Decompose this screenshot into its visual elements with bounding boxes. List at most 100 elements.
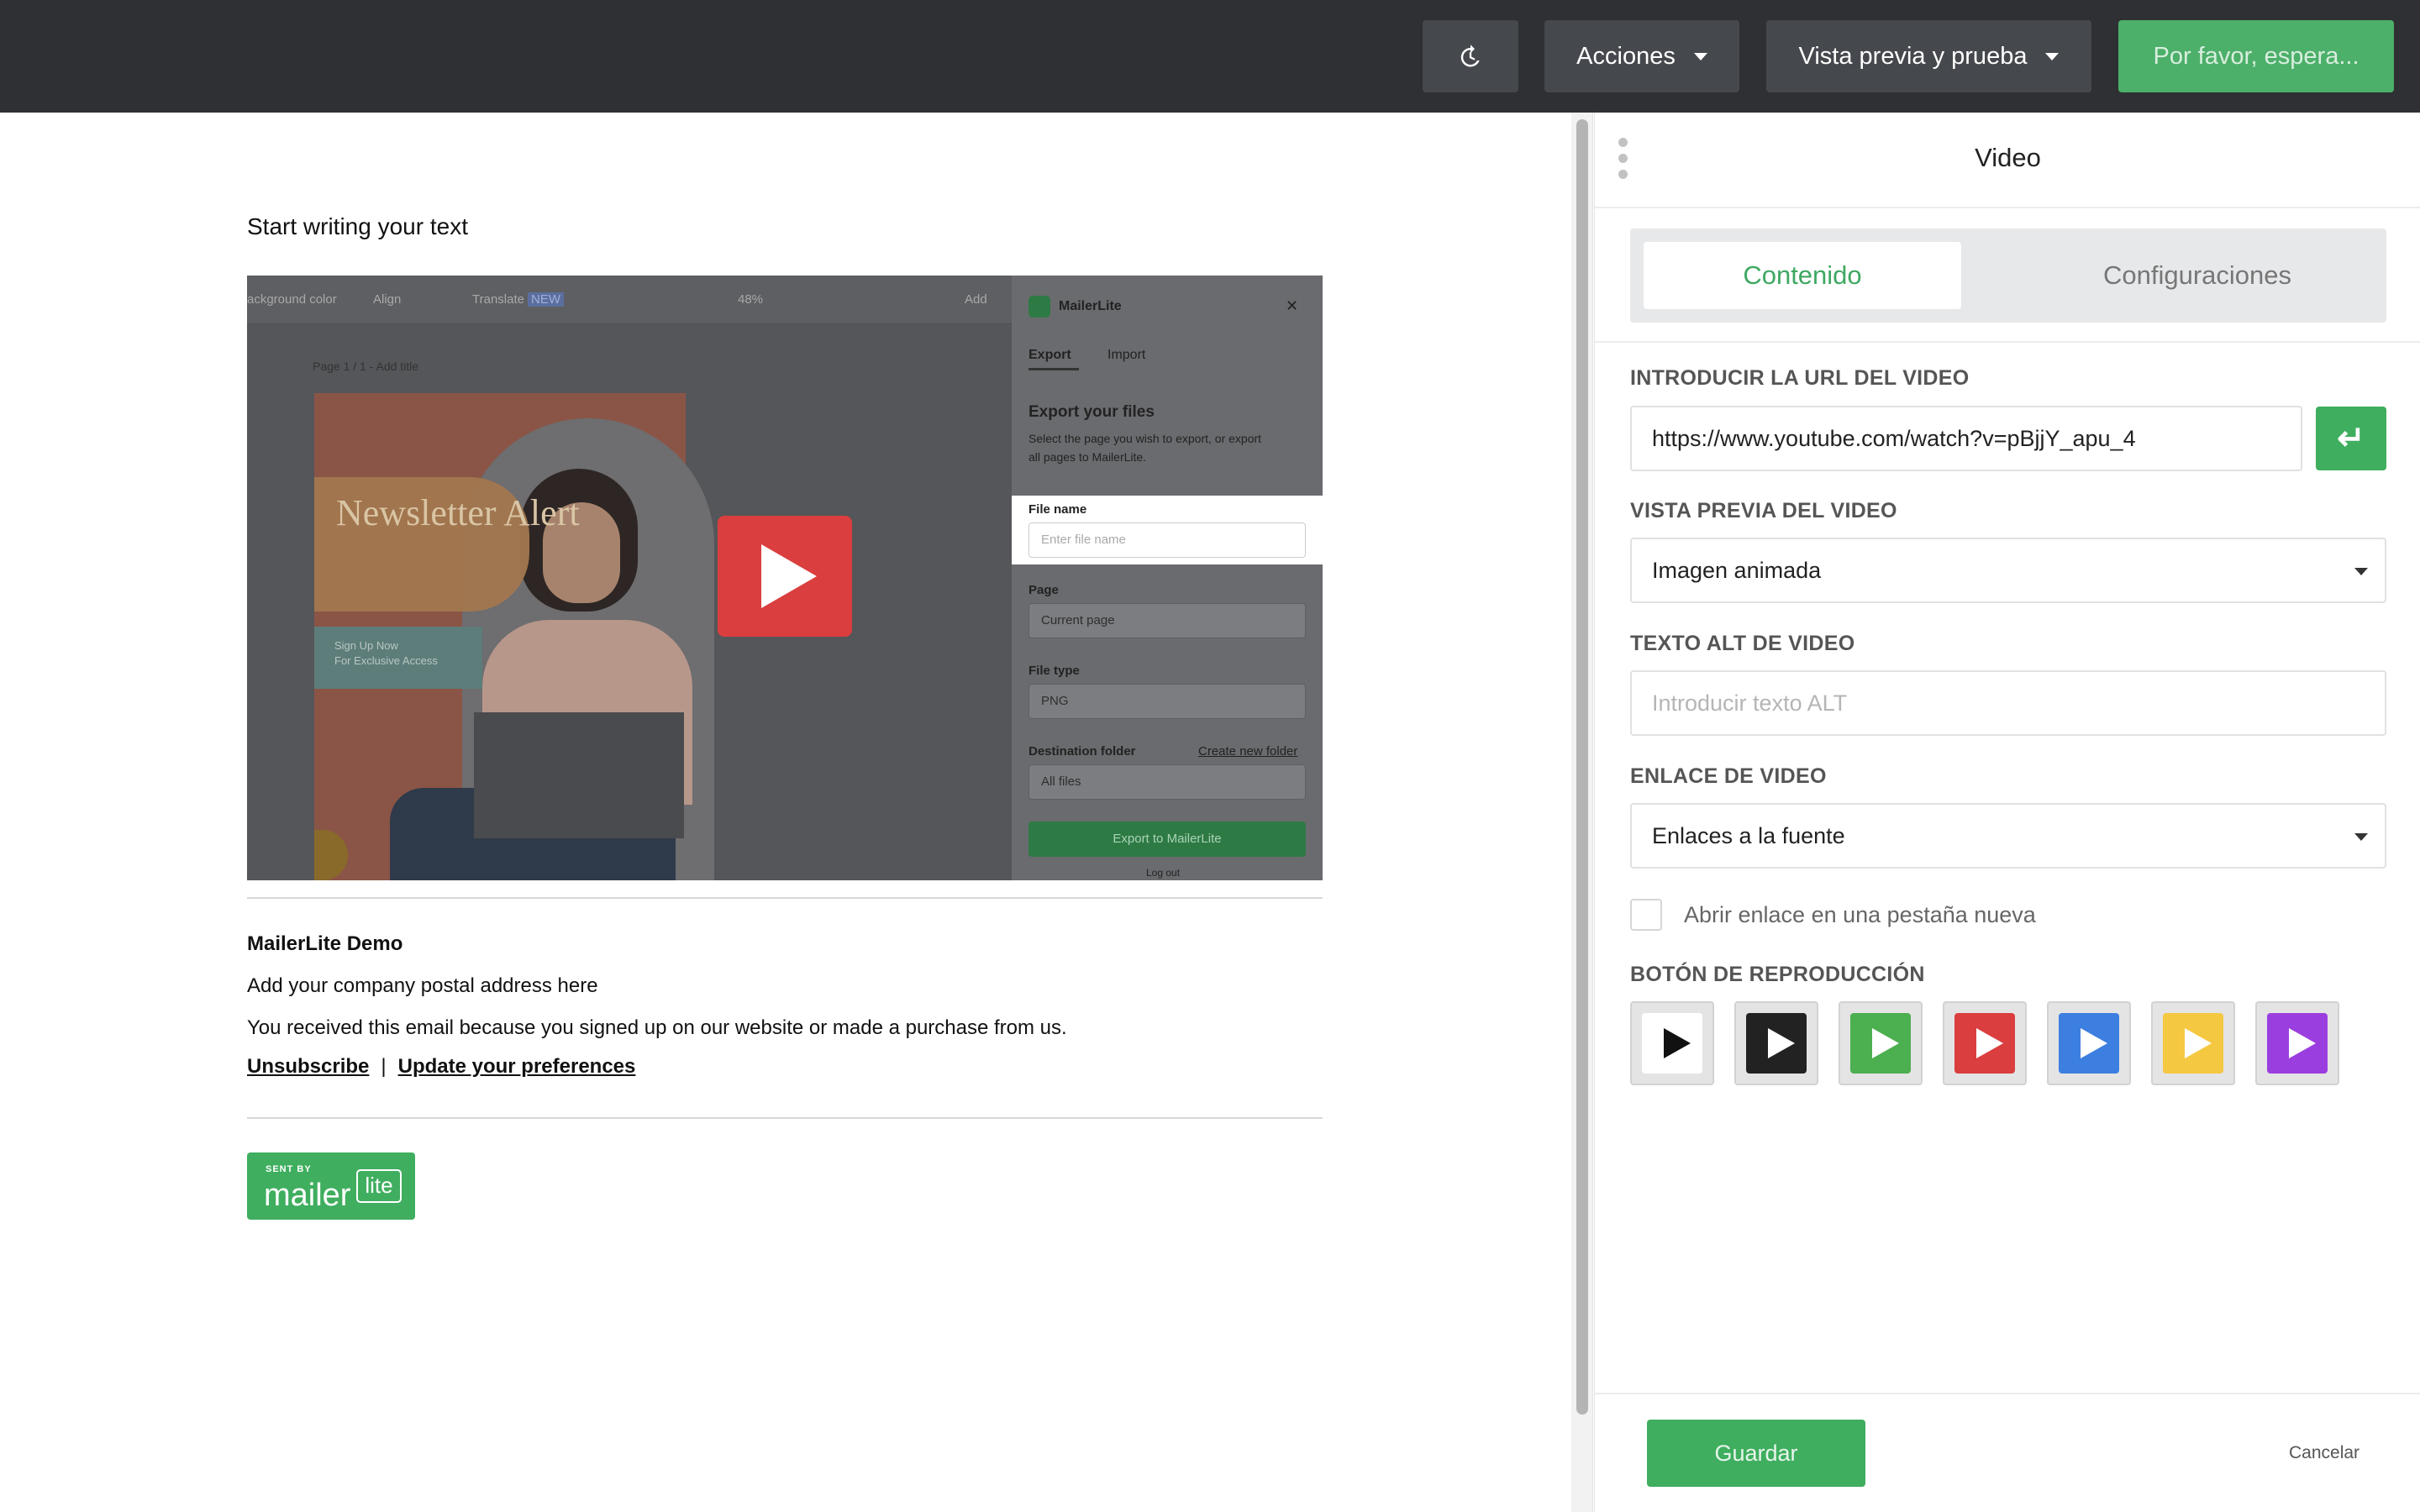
mailerlite-logo-icon [1028, 296, 1050, 318]
update-preferences-link[interactable]: Update your preferences [398, 1055, 636, 1078]
cancel-link[interactable]: Cancelar [2289, 1443, 2360, 1463]
thumb-panel-brand: MailerLite [1059, 299, 1122, 313]
play-icon [2081, 1028, 2107, 1058]
poster-laptop [474, 712, 684, 838]
close-icon: ✕ [1286, 297, 1299, 314]
thumb-toolbar-translate: Translate [472, 292, 524, 307]
thumb-desc-2: all pages to MailerLite. [1028, 450, 1147, 464]
thumb-heading: Export your files [1028, 403, 1155, 421]
thumb-toolbar-zoom: 48% [738, 292, 764, 307]
caret-down-icon [2354, 568, 2368, 575]
enter-icon: ↵ [2337, 420, 2365, 457]
video-preview-select[interactable]: Imagen animada [1630, 538, 2386, 603]
history-button[interactable] [1423, 20, 1518, 92]
thumb-dest-link: Create new folder [1198, 744, 1298, 759]
thumb-page-label: Page 1 / 1 - Add title [313, 360, 419, 373]
tab-settings[interactable]: Configuraciones [2008, 242, 2386, 309]
caret-down-icon [2354, 833, 2368, 841]
url-label: INTRODUCIR LA URL DEL VIDEO [1630, 366, 1970, 390]
play-button-style-option[interactable] [1734, 1001, 1818, 1085]
play-icon [1976, 1028, 2003, 1058]
footer-link-separator: | [381, 1055, 387, 1078]
open-new-tab-checkbox[interactable] [1630, 899, 1662, 931]
thumb-page-field-label: Page [1028, 583, 1059, 597]
footer-links: Unsubscribe | Update your preferences [247, 1055, 635, 1079]
history-icon [1460, 45, 1480, 67]
video-play-button[interactable] [718, 516, 852, 637]
video-preview-value: Imagen animada [1652, 557, 1822, 583]
thumb-tab-export: Export [1028, 348, 1071, 362]
please-wait-button[interactable]: Por favor, espera... [2118, 20, 2394, 92]
video-link-select[interactable]: Enlaces a la fuente [1630, 803, 2386, 869]
canvas-scrollbar-thumb[interactable] [1576, 119, 1588, 1415]
top-bar: Acciones Vista previa y prueba Por favor… [0, 0, 2420, 113]
play-button-style-option[interactable] [1630, 1001, 1714, 1085]
play-button-style-option[interactable] [2151, 1001, 2235, 1085]
actions-label: Acciones [1576, 42, 1676, 70]
text-block[interactable]: Start writing your text [247, 213, 468, 240]
play-button-style-option[interactable] [2255, 1001, 2339, 1085]
play-icon [1872, 1028, 1899, 1058]
play-button-style-option[interactable] [1943, 1001, 2027, 1085]
video-settings-panel: Video Contenido Configuraciones INTRODUC… [1594, 113, 2420, 1512]
video-block[interactable]: ackground color Align Translate NEW 48% … [247, 276, 1323, 880]
play-icon [1768, 1028, 1795, 1058]
video-link-label: ENLACE DE VIDEO [1630, 764, 1827, 788]
play-icon [2289, 1028, 2316, 1058]
video-link-value: Enlaces a la fuente [1652, 822, 1845, 848]
please-wait-label: Por favor, espera... [2153, 42, 2360, 70]
thumb-logout: Log out [1146, 867, 1181, 879]
thumb-file-name-label: File name [1028, 502, 1087, 517]
panel-title: Video [1975, 143, 2041, 172]
thumb-export-panel: MailerLite ✕ Export Import Export your f… [1012, 276, 1323, 880]
canvas-scrollbar[interactable] [1571, 113, 1593, 1512]
save-button[interactable]: Guardar [1647, 1420, 1865, 1487]
play-button-label: BOTÓN DE REPRODUCCIÓN [1630, 963, 1925, 986]
panel-tabs: Contenido Configuraciones [1630, 228, 2386, 323]
video-thumb-toolbar: ackground color Align Translate NEW 48% … [247, 276, 1012, 324]
panel-footer: Guardar Cancelar [1595, 1393, 2420, 1512]
badge-sent-by: SENT BY [266, 1164, 312, 1174]
play-icon [1664, 1028, 1691, 1058]
footer-company-name[interactable]: MailerLite Demo [247, 932, 402, 956]
caret-down-icon [1693, 52, 1707, 60]
preview-label: Vista previa y prueba [1798, 42, 2028, 70]
footer-address[interactable]: Add your company postal address here [247, 974, 598, 998]
thumb-desc-1: Select the page you wish to export, or e… [1028, 432, 1262, 445]
newsletter-poster: Newsletter Alert Sign Up Now For Exclusi… [314, 393, 714, 880]
play-button-style-option[interactable] [1839, 1001, 1923, 1085]
thumb-toolbar-align: Align [373, 292, 402, 307]
panel-tabs-separator [1595, 341, 2420, 343]
poster-flower [314, 830, 348, 880]
panel-header: Video [1595, 113, 2420, 208]
poster-signup: Sign Up Now For Exclusive Access [334, 638, 438, 669]
email-canvas: Start writing your text ackground color … [0, 113, 1571, 1512]
badge-lite: lite [356, 1169, 402, 1203]
video-url-input[interactable]: https://www.youtube.com/watch?v=pBjjY_ap… [1630, 406, 2302, 471]
unsubscribe-link[interactable]: Unsubscribe [247, 1055, 369, 1078]
actions-dropdown[interactable]: Acciones [1544, 20, 1739, 92]
footer-received-note[interactable]: You received this email because you sign… [247, 1016, 1067, 1040]
thumb-page-select: Current page [1028, 603, 1306, 638]
alt-text-input[interactable]: Introducir texto ALT [1630, 670, 2386, 736]
thumb-dest-select: All files [1028, 764, 1306, 800]
footer-divider-bottom [247, 1117, 1323, 1119]
footer-divider-top [247, 897, 1323, 899]
enter-url-button[interactable]: ↵ [2316, 407, 2386, 470]
preview-test-dropdown[interactable]: Vista previa y prueba [1766, 20, 2091, 92]
thumb-toolbar-add: Add [965, 292, 987, 307]
thumb-file-type-label: File type [1028, 664, 1080, 678]
sent-by-mailerlite-badge[interactable]: SENT BY mailer lite [247, 1152, 415, 1220]
tab-content[interactable]: Contenido [1644, 242, 1961, 309]
thumb-file-type-select: PNG [1028, 684, 1306, 719]
thumb-dest-label: Destination folder [1028, 744, 1136, 759]
thumb-export-button: Export to MailerLite [1028, 822, 1306, 857]
play-button-style-option[interactable] [2047, 1001, 2131, 1085]
alt-text-label: TEXTO ALT DE VIDEO [1630, 632, 1855, 655]
thumb-toolbar-bg: ackground color [247, 292, 337, 307]
play-icon [2185, 1028, 2212, 1058]
poster-signup-line-2: For Exclusive Access [334, 654, 438, 667]
play-icon [761, 544, 817, 608]
badge-mailer: mailer [264, 1178, 351, 1213]
poster-title: Newsletter Alert [336, 492, 580, 533]
